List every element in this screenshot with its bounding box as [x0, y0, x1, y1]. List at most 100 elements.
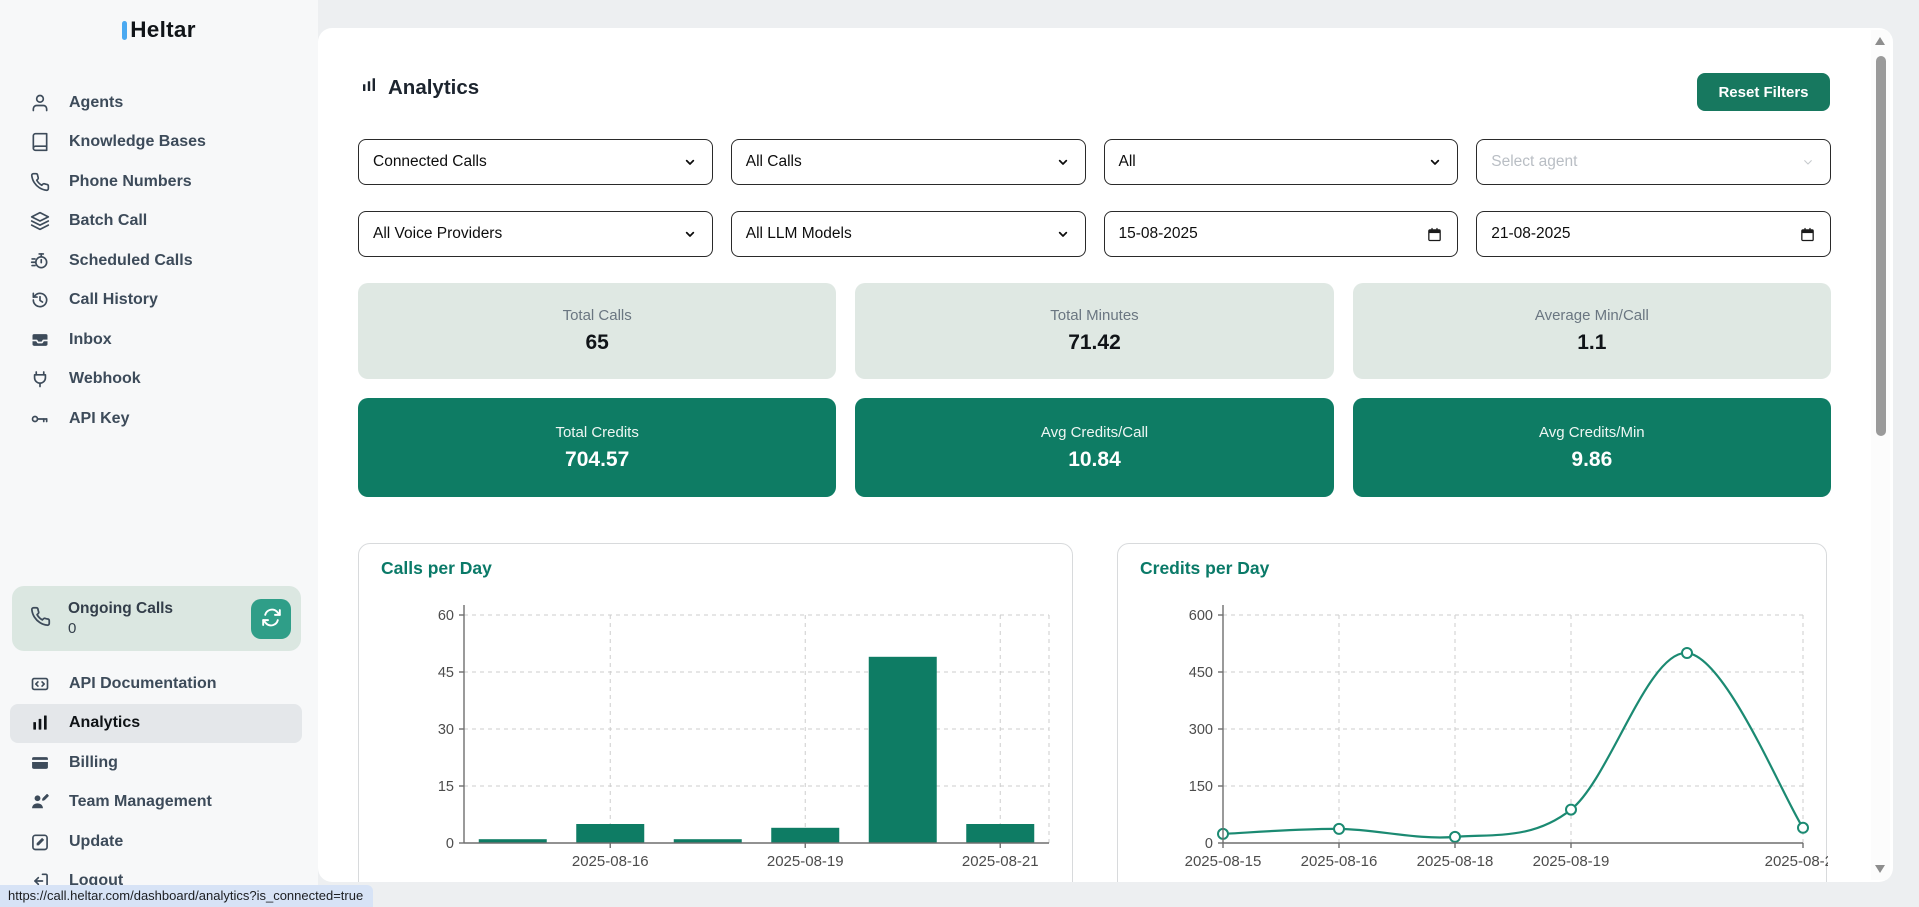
stats-row-dark: Total Credits704.57Avg Credits/Call10.84… — [358, 398, 1831, 497]
users-icon — [30, 792, 50, 812]
sidebar-item-analytics[interactable]: Analytics — [10, 704, 302, 744]
chevron-down-icon — [1427, 154, 1443, 170]
chevron-down-icon — [682, 154, 698, 170]
logo-blue-bar-icon — [122, 21, 127, 40]
stat-value: 9.86 — [1571, 448, 1612, 472]
filter-row-1: Connected Calls All Calls All Select agent — [358, 139, 1831, 185]
calls-per-day-chart: 0153045602025-08-162025-08-192025-08-21 — [359, 588, 1074, 882]
bar-chart-icon — [30, 713, 50, 733]
chevron-down-icon — [1055, 154, 1071, 170]
stat-card-total-credits: Total Credits704.57 — [358, 398, 836, 497]
stat-label: Average Min/Call — [1535, 307, 1649, 324]
chart-title: Credits per Day — [1140, 558, 1269, 579]
sidebar-item-label: Update — [69, 833, 123, 851]
sidebar: Heltar Agents Knowledge BasesPhone Number… — [0, 0, 318, 907]
filter-row-2: All Voice Providers All LLM Models 15-08-2… — [358, 211, 1831, 257]
sidebar-item-api-key[interactable]: API Key — [10, 399, 302, 439]
end-date-input-value: 21-08-2025 — [1491, 225, 1570, 243]
layers-icon — [30, 211, 50, 231]
agent-select[interactable]: Select agent — [1476, 139, 1831, 185]
svg-text:2025-08-16: 2025-08-16 — [572, 853, 649, 870]
sidebar-item-team-management[interactable]: Team Management — [10, 783, 302, 823]
credits-per-day-chart-card: Credits per Day 01503004506002025-08-152… — [1117, 543, 1827, 882]
voice-provider-filter-value: All Voice Providers — [373, 225, 502, 243]
stat-card-total-calls: Total Calls65 — [358, 283, 836, 379]
sidebar-item-label: Webhook — [69, 370, 141, 388]
sidebar-item-billing[interactable]: Billing — [10, 743, 302, 783]
stat-card-avg-credits-min: Avg Credits/Min 9.86 — [1353, 398, 1831, 497]
page-title-text: Analytics — [388, 76, 479, 100]
svg-text:2025-08-21: 2025-08-21 — [962, 853, 1039, 870]
sidebar-item-label: Billing — [69, 754, 118, 772]
sidebar-item-label: Agents — [69, 94, 123, 112]
inbox-icon — [30, 330, 50, 350]
refresh-icon — [261, 607, 282, 631]
stat-label: Total Credits — [555, 424, 638, 441]
svg-text:150: 150 — [1189, 779, 1213, 795]
user-icon — [30, 93, 50, 113]
sidebar-item-knowledge-bases[interactable]: Knowledge Bases — [10, 123, 302, 163]
chevron-down-icon — [682, 226, 698, 242]
sidebar-item-phone-numbers[interactable]: Phone Numbers — [10, 162, 302, 202]
sidebar-item-api-documentation[interactable]: API Documentation — [10, 664, 302, 704]
scrollbar-thumb[interactable] — [1876, 56, 1886, 436]
status-filter-value: All — [1119, 153, 1136, 171]
vertical-scrollbar[interactable] — [1871, 30, 1890, 880]
stat-card-avg-credits-call: Avg Credits/Call10.84 — [855, 398, 1333, 497]
sidebar-item-batch-call[interactable]: Batch Call — [10, 202, 302, 242]
llm-model-filter-value: All LLM Models — [746, 225, 852, 243]
stat-value: 65 — [585, 331, 608, 355]
svg-text:15: 15 — [438, 779, 454, 795]
sidebar-nav: Agents Knowledge BasesPhone Numbers Batch … — [0, 83, 318, 439]
start-date-input[interactable]: 15-08-2025 — [1104, 211, 1459, 257]
sidebar-item-label: Call History — [69, 291, 158, 309]
sidebar-item-label: Scheduled Calls — [69, 252, 193, 270]
status-filter[interactable]: All — [1104, 139, 1459, 185]
plug-icon — [30, 369, 50, 389]
edit-icon — [30, 832, 50, 852]
stat-label: Avg Credits/Call — [1041, 424, 1148, 441]
timer-icon — [30, 251, 50, 271]
svg-text:2025-08-19: 2025-08-19 — [767, 853, 844, 870]
chevron-down-icon — [1055, 226, 1071, 242]
sidebar-item-label: API Documentation — [69, 675, 217, 693]
stat-label: Avg Credits/Min — [1539, 424, 1645, 441]
sidebar-item-agents[interactable]: Agents — [10, 83, 302, 123]
refresh-ongoing-calls-button[interactable] — [251, 599, 291, 639]
ongoing-calls-card: Ongoing Calls 0 — [12, 586, 301, 651]
sidebar-item-inbox[interactable]: Inbox — [10, 320, 302, 360]
sidebar-item-webhook[interactable]: Webhook — [10, 360, 302, 400]
ongoing-calls-label: Ongoing Calls — [68, 600, 173, 618]
call-connection-filter[interactable]: Connected Calls — [358, 139, 713, 185]
sidebar-bottom-nav: API Documentation Analytics Billing Team Ma… — [0, 664, 318, 901]
calls-per-day-chart-card: Calls per Day 0153045602025-08-162025-08… — [358, 543, 1073, 882]
call-type-filter-value: All Calls — [746, 153, 802, 171]
sidebar-item-scheduled-calls[interactable]: Scheduled Calls — [10, 241, 302, 281]
svg-text:2025-08-19: 2025-08-19 — [1533, 853, 1610, 870]
reset-filters-button[interactable]: Reset Filters — [1697, 73, 1830, 111]
scroll-down-arrow-icon[interactable] — [1875, 865, 1885, 873]
credit-card-icon — [30, 753, 50, 773]
llm-model-filter[interactable]: All LLM Models — [731, 211, 1086, 257]
svg-text:60: 60 — [438, 608, 454, 624]
sidebar-item-label: Batch Call — [69, 212, 147, 230]
call-type-filter[interactable]: All Calls — [731, 139, 1086, 185]
browser-status-bar: https://call.heltar.com/dashboard/analyt… — [0, 885, 373, 907]
end-date-input[interactable]: 21-08-2025 — [1476, 211, 1831, 257]
scroll-up-arrow-icon[interactable] — [1875, 37, 1885, 45]
sidebar-item-label: Inbox — [69, 331, 112, 349]
sidebar-item-label: API Key — [69, 410, 129, 428]
page-title: Analytics — [360, 76, 479, 100]
logo-text: Heltar — [130, 17, 196, 43]
sidebar-item-call-history[interactable]: Call History — [10, 281, 302, 321]
history-icon — [30, 290, 50, 310]
chevron-down-icon — [1800, 154, 1816, 170]
calendar-icon — [1799, 226, 1816, 243]
svg-text:0: 0 — [1205, 836, 1213, 852]
credits-per-day-chart: 01503004506002025-08-152025-08-162025-08… — [1118, 588, 1828, 882]
stat-card-average-min-call: Average Min/Call1.1 — [1353, 283, 1831, 379]
svg-text:2025-08-16: 2025-08-16 — [1301, 853, 1378, 870]
voice-provider-filter[interactable]: All Voice Providers — [358, 211, 713, 257]
start-date-input-value: 15-08-2025 — [1119, 225, 1198, 243]
sidebar-item-update[interactable]: Update — [10, 822, 302, 862]
